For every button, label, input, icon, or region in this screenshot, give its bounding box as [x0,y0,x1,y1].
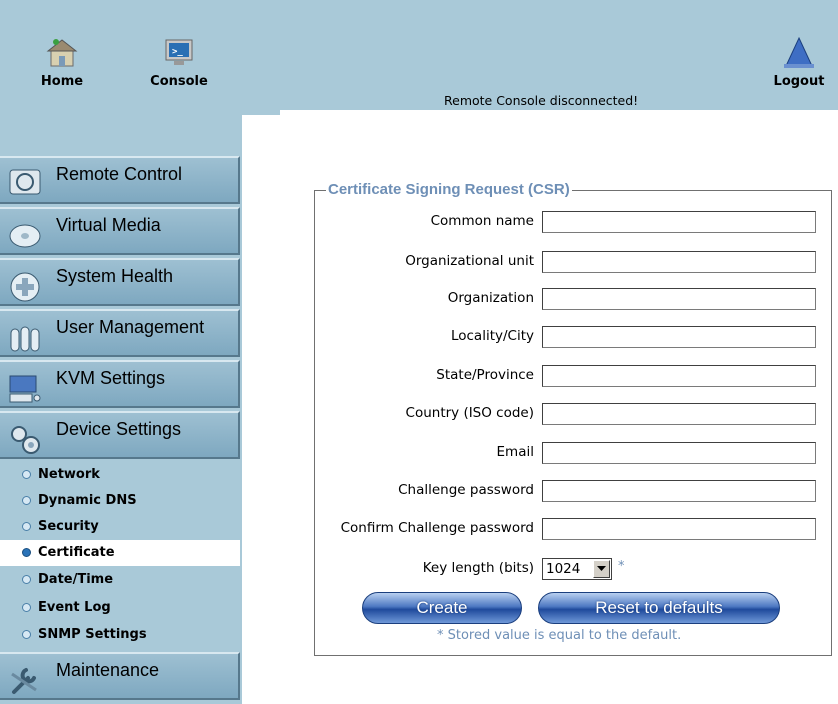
email-input[interactable] [542,442,816,464]
console-icon: >_ [165,39,193,65]
subnav-label: Security [38,519,99,534]
common-name-label: Common name [430,213,534,229]
nav-system-health[interactable]: System Health [0,258,240,306]
subnav-event-log[interactable]: Event Log [0,595,240,621]
default-note: * Stored value is equal to the default. [437,628,682,643]
nav-virtual-media[interactable]: Virtual Media [0,207,240,255]
health-cross-icon [10,272,40,302]
nav-user-management[interactable]: User Management [0,309,240,357]
nav-device-settings[interactable]: Device Settings [0,411,240,459]
key-length-label: Key length (bits) [422,560,534,576]
common-name-input[interactable] [542,211,816,233]
home-label: Home [40,74,84,89]
home-button[interactable]: Home [36,36,88,89]
subnav-date-time[interactable]: Date/Time [0,567,240,593]
nav-label: KVM Settings [56,368,166,388]
create-button[interactable]: Create [362,592,522,624]
logout-label: Logout [773,74,825,89]
subnav-security[interactable]: Security [0,514,240,540]
bullet-icon [22,575,31,584]
console-label: Console [150,74,208,89]
nav-kvm-settings[interactable]: KVM Settings [0,360,240,408]
key-length-value: 1024 [546,561,581,577]
subnav-network[interactable]: Network [0,462,240,488]
svg-text:>_: >_ [172,47,183,57]
bullet-icon [22,496,31,505]
disk-icon [9,224,41,248]
nav-label: Virtual Media [56,215,161,235]
bullet-icon [22,470,31,479]
org-unit-label: Organizational unit [405,253,534,269]
key-length-select[interactable]: 1024 [542,558,612,580]
nav-label: Remote Control [56,164,183,184]
subnav-certificate[interactable]: Certificate [0,540,240,566]
wrench-icon [11,668,37,694]
subnav-label: Dynamic DNS [38,493,137,508]
nav-remote-control[interactable]: Remote Control [0,156,240,204]
subnav-snmp-settings[interactable]: SNMP Settings [0,622,240,648]
dropdown-arrow-icon[interactable] [593,560,610,578]
confirm-challenge-password-label: Confirm Challenge password [340,520,534,536]
country-input[interactable] [542,403,816,425]
subnav-label: Certificate [38,545,115,560]
keyboard-monitor-icon [9,375,41,403]
nav-label: Device Settings [56,419,182,439]
users-icon [10,326,40,352]
nav-label: System Health [56,266,174,286]
subnav-label: Network [38,467,100,482]
nav-label: Maintenance [56,660,160,680]
nav-maintenance[interactable]: Maintenance [0,652,240,700]
locality-label: Locality/City [450,328,534,344]
bullet-icon [22,603,31,612]
subnav-label: SNMP Settings [38,627,147,642]
home-icon [46,39,78,67]
confirm-challenge-password-input[interactable] [542,518,816,540]
state-label: State/Province [436,367,534,383]
locality-input[interactable] [542,326,816,348]
organization-input[interactable] [542,288,816,310]
challenge-password-label: Challenge password [398,482,534,498]
reset-to-defaults-button[interactable]: Reset to defaults [538,592,780,624]
state-input[interactable] [542,365,816,387]
console-status-text: Remote Console disconnected! [444,93,639,108]
bullet-icon [22,548,31,557]
bullet-icon [22,522,31,531]
challenge-password-input[interactable] [542,480,816,502]
bullet-icon [22,630,31,639]
default-marker: * [618,559,625,574]
email-label: Email [496,444,534,460]
console-button[interactable]: >_ Console [144,36,214,89]
logout-icon [784,36,814,68]
subnav-label: Date/Time [38,572,114,587]
country-label: Country (ISO code) [405,405,534,421]
gears-icon [11,426,40,454]
organization-label: Organization [447,290,534,306]
nav-label: User Management [56,317,205,337]
logout-button[interactable]: Logout [764,36,834,89]
monitor-icon [9,169,41,195]
csr-legend: Certificate Signing Request (CSR) [326,181,572,198]
org-unit-input[interactable] [542,251,816,273]
subnav-dynamic-dns[interactable]: Dynamic DNS [0,488,240,514]
subnav-label: Event Log [38,600,111,615]
